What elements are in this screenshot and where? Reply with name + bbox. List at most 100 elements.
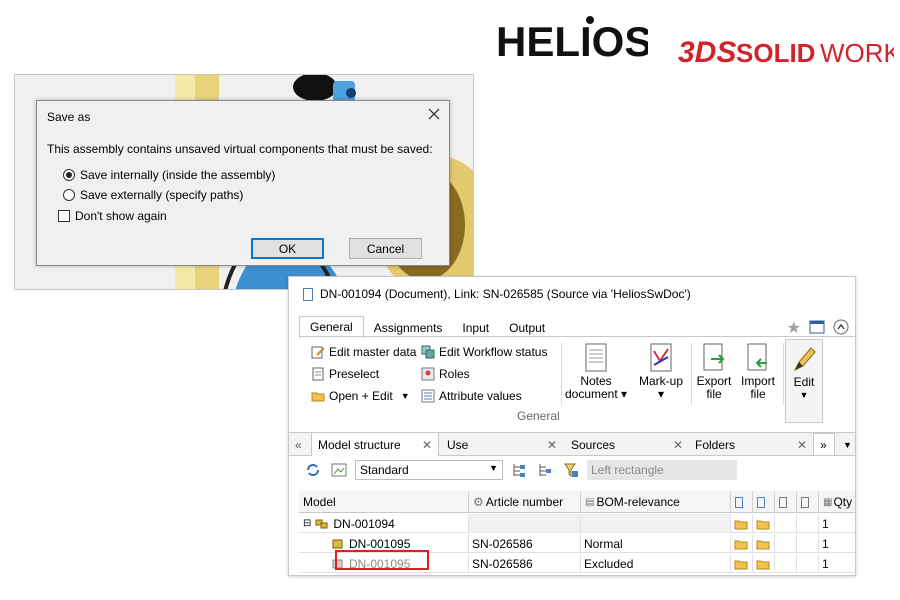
column-icon-2[interactable] <box>753 491 775 513</box>
close-tab-icon[interactable]: ✕ <box>673 438 683 452</box>
folder-key-icon[interactable] <box>731 514 753 533</box>
tab-model-structure[interactable]: Model structure ✕ <box>311 433 439 456</box>
roles-icon <box>421 367 435 381</box>
open-edit-button[interactable]: Open + Edit ▼ <box>311 389 410 403</box>
qty-cell: 1 <box>822 516 829 531</box>
column-qty-label: Qty <box>833 495 853 509</box>
window-icon[interactable] <box>809 320 825 337</box>
folder-open-icon[interactable] <box>753 554 775 573</box>
article-cell: SN-026586 <box>469 554 581 573</box>
markup-button[interactable]: Mark-up ▾ <box>633 343 689 401</box>
export-label-2: file <box>706 387 722 401</box>
roles-button[interactable]: Roles <box>421 367 470 381</box>
article-cell <box>469 514 581 533</box>
svg-text:3DS: 3DS <box>678 36 736 69</box>
export-file-icon <box>701 343 727 373</box>
import-file-button[interactable]: Import file <box>736 343 780 401</box>
view-select-value: Standard <box>360 463 409 477</box>
folder-open-icon[interactable] <box>753 514 775 533</box>
tabs-dropdown-icon[interactable]: ▼ <box>837 433 855 456</box>
edit-workflow-status-button[interactable]: Edit Workflow status <box>421 345 547 359</box>
column-icon-1[interactable] <box>731 491 753 513</box>
collapse-node-icon[interactable]: ⊟ <box>303 518 311 529</box>
close-tab-icon[interactable]: ✕ <box>797 438 807 452</box>
close-tab-icon[interactable]: ✕ <box>422 438 432 452</box>
column-article-number-label: Article number <box>485 495 564 509</box>
expand-tree-icon[interactable] <box>511 462 527 481</box>
helios-document-panel: DN-001094 (Document), Link: SN-026585 (S… <box>288 276 856 576</box>
tab-use-label: Use <box>447 437 469 452</box>
image-view-icon[interactable] <box>331 462 347 481</box>
folder-key-icon[interactable] <box>731 534 753 553</box>
notes-label-2: document <box>564 387 618 401</box>
star-icon[interactable]: ★ <box>787 318 801 338</box>
chevron-down-icon: ▼ <box>489 463 498 473</box>
tab-model-structure-label: Model structure <box>318 437 401 452</box>
cancel-button[interactable]: Cancel <box>349 238 422 259</box>
table-row[interactable]: ⊟ DN-001094 1 <box>299 514 855 533</box>
radio-button[interactable] <box>63 189 75 201</box>
svg-text:SOLID: SOLID <box>736 38 815 68</box>
ok-button[interactable]: OK <box>251 238 324 259</box>
tab-folders[interactable]: Folders ✕ <box>689 433 813 456</box>
column-bom-relevance[interactable]: ▤ BOM-relevance <box>581 491 731 513</box>
document-icon <box>757 496 765 508</box>
tab-use[interactable]: Use ✕ <box>441 433 563 456</box>
dialog-message: This assembly contains unsaved virtual c… <box>47 142 433 156</box>
column-qty[interactable]: ▦ Qty <box>819 491 855 513</box>
helios-logo: HELIOS <box>496 8 652 65</box>
bom-cell <box>581 514 731 533</box>
rectangle-filter-field: Left rectangle <box>587 460 737 480</box>
edit-master-data-button[interactable]: Edit master data <box>311 345 416 359</box>
folder-key-icon[interactable] <box>731 554 753 573</box>
folder-open-icon <box>311 389 325 403</box>
column-model[interactable]: Model <box>299 491 469 513</box>
svg-text:WORKS: WORKS <box>820 38 894 68</box>
assembly-icon <box>315 518 329 530</box>
checkbox-box[interactable] <box>58 210 70 222</box>
empty-cell <box>775 534 797 553</box>
export-file-button[interactable]: Export file <box>692 343 736 401</box>
model-cell: ⊟ DN-001094 <box>299 514 469 533</box>
refresh-icon[interactable] <box>305 462 321 481</box>
ribbon-general: Edit master data Edit Workflow status Pr… <box>299 336 855 428</box>
close-icon[interactable] <box>427 107 441 121</box>
tab-folders-label: Folders <box>695 437 736 452</box>
scroll-left-icon[interactable]: « <box>289 433 311 456</box>
document-icon <box>735 496 743 508</box>
notes-label-2-wrap: document ▾ <box>564 387 628 401</box>
notes-document-button[interactable]: Notes document ▾ <box>563 343 629 401</box>
edit-master-data-icon <box>311 345 325 359</box>
edit-workflow-status-label: Edit Workflow status <box>439 345 548 359</box>
open-edit-label: Open + Edit <box>329 389 393 403</box>
attribute-values-button[interactable]: Attribute values <box>421 389 522 403</box>
part-icon <box>331 538 345 550</box>
more-tabs-icon[interactable]: » <box>813 433 835 456</box>
save-internally-option[interactable]: Save internally (inside the assembly) <box>63 168 275 182</box>
attribute-values-icon <box>421 389 435 403</box>
svg-text:HELIOS: HELIOS <box>496 18 648 64</box>
preselect-button[interactable]: Preselect <box>311 367 379 381</box>
radio-button-selected[interactable] <box>63 169 75 181</box>
panel-title-text: DN-001094 (Document), Link: SN-026585 (S… <box>320 287 691 301</box>
close-tab-icon[interactable]: ✕ <box>547 438 557 452</box>
edit-button[interactable]: Edit ▼ <box>785 339 823 423</box>
tab-sources-label: Sources <box>571 437 616 452</box>
folder-open-icon[interactable] <box>753 534 775 553</box>
save-externally-option[interactable]: Save externally (specify paths) <box>63 188 243 202</box>
collapse-tree-icon[interactable] <box>537 462 553 481</box>
view-select[interactable]: Standard ▼ <box>355 460 503 480</box>
tab-sources[interactable]: Sources ✕ <box>565 433 689 456</box>
empty-cell <box>797 514 819 533</box>
ribbon-right-controls: ★ <box>787 318 849 338</box>
add-filter-icon[interactable] <box>563 462 579 481</box>
collapse-ribbon-icon[interactable] <box>833 319 849 338</box>
column-article-number[interactable]: ⚙ Article number <box>469 491 581 513</box>
dont-show-again-checkbox[interactable]: Don't show again <box>58 209 167 223</box>
gear-icon: ⚙ <box>473 495 484 509</box>
column-icon-3[interactable] <box>775 491 797 513</box>
column-icon-4[interactable] <box>797 491 819 513</box>
edit-dropdown-icon: ▼ <box>799 390 809 400</box>
dropdown-arrow-icon: ▼ <box>400 391 410 401</box>
markup-icon <box>648 343 674 373</box>
